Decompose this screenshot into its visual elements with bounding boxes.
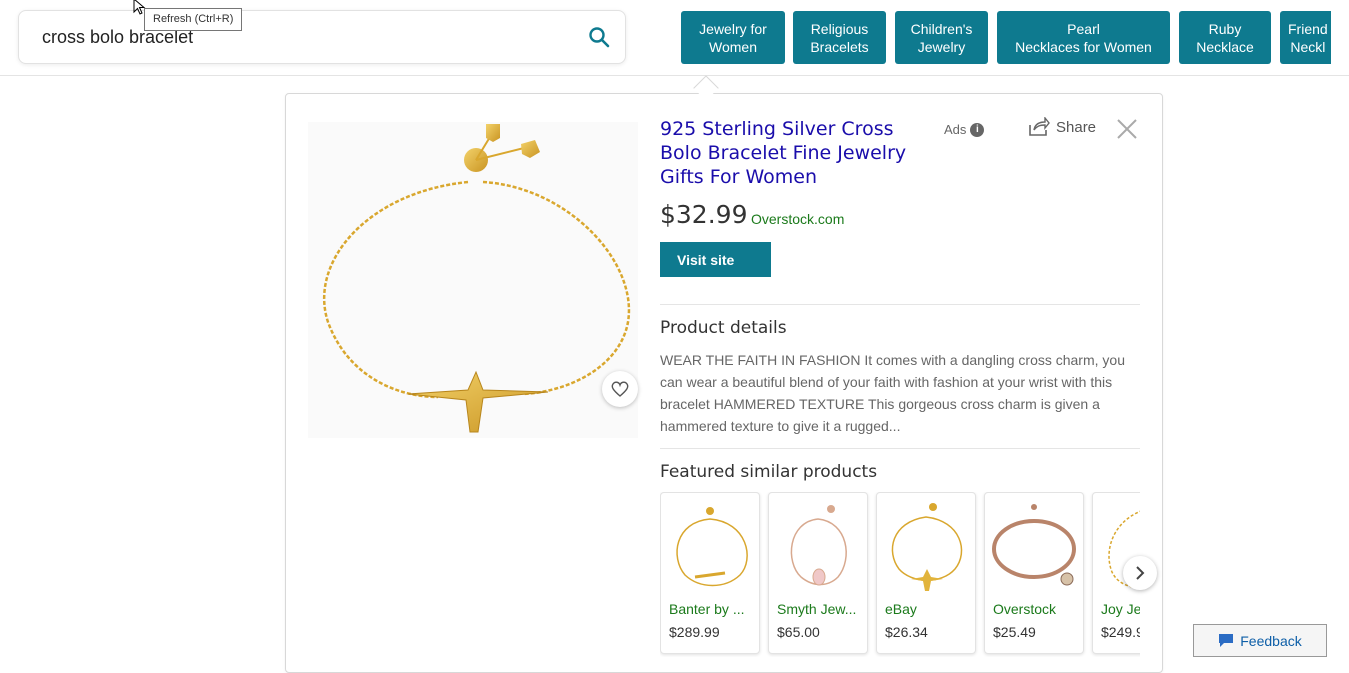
similar-product-card[interactable]: Banter by ... $289.99	[660, 492, 760, 654]
bracelet-image-icon	[322, 124, 631, 433]
bracelet-thumbnail-icon	[790, 505, 847, 586]
share-icon	[1029, 117, 1050, 136]
share-label: Share	[1056, 118, 1097, 136]
feedback-button[interactable]: Feedback	[1193, 624, 1327, 657]
info-icon[interactable]: i	[970, 122, 985, 137]
save-favorite-button[interactable]	[602, 371, 638, 407]
feedback-label: Feedback	[1240, 632, 1302, 649]
similar-product-card[interactable]: eBay $26.34	[876, 492, 976, 654]
divider	[660, 304, 1140, 305]
visit-site-button[interactable]: Visit site	[660, 242, 771, 277]
similar-store: Smyth Jew...	[777, 601, 857, 617]
chip-friend-necklace[interactable]: Friend Neckl	[1280, 11, 1331, 64]
similar-price: $65.00	[777, 624, 820, 640]
similar-product-card[interactable]: Overstock $25.49	[984, 492, 1084, 654]
bracelet-thumbnail-icon	[891, 503, 963, 591]
feedback-icon	[1219, 634, 1234, 647]
product-title[interactable]: 925 Sterling Silver Cross Bolo Bracelet …	[660, 117, 930, 189]
product-details-heading: Product details	[660, 318, 787, 338]
share-button[interactable]: Share	[1028, 117, 1096, 137]
similar-price: $289.99	[669, 624, 720, 640]
chip-pearl-necklaces[interactable]: Pearl Necklaces for Women	[997, 11, 1170, 64]
chip-childrens-jewelry[interactable]: Children's Jewelry	[895, 11, 988, 64]
product-image[interactable]	[308, 122, 638, 438]
chip-jewelry-for-women[interactable]: Jewelry for Women	[681, 11, 785, 64]
similar-products-carousel: Banter by ... $289.99 Smyth Jew... $65.0…	[660, 492, 1140, 657]
merchant-name[interactable]: Overstock.com	[751, 211, 844, 227]
similar-price: $25.49	[993, 624, 1036, 640]
chip-religious-bracelets[interactable]: Religious Bracelets	[793, 11, 886, 64]
ads-label[interactable]: Ads i	[944, 122, 985, 137]
close-icon[interactable]	[1116, 118, 1138, 140]
similar-products-heading: Featured similar products	[660, 462, 878, 482]
related-searches: Jewelry for Women Religious Bracelets Chil…	[681, 11, 1331, 65]
divider	[660, 448, 1140, 449]
bracelet-thumbnail-icon	[676, 507, 748, 587]
product-price: $32.99	[660, 200, 748, 229]
refresh-tooltip: Refresh (Ctrl+R)	[144, 8, 243, 31]
similar-product-card[interactable]: Smyth Jew... $65.00	[768, 492, 868, 654]
similar-store: Overstock	[993, 601, 1057, 617]
chevron-right-icon	[1136, 566, 1145, 580]
similar-store: Joy Je	[1101, 601, 1140, 617]
search-box[interactable]: cross bolo bracelet	[18, 10, 626, 64]
product-description: WEAR THE FAITH IN FASHION It comes with …	[660, 352, 1125, 434]
bracelet-thumbnail-icon	[992, 504, 1076, 586]
similar-price: $249.9	[1101, 624, 1140, 640]
carousel-next-button[interactable]	[1123, 556, 1157, 590]
search-icon[interactable]	[587, 25, 611, 49]
similar-price: $26.34	[885, 624, 928, 640]
chip-ruby-necklace[interactable]: Ruby Necklace	[1179, 11, 1271, 64]
similar-store: Banter by ...	[669, 601, 745, 617]
similar-store: eBay	[885, 601, 917, 617]
ads-text: Ads	[944, 122, 967, 137]
heart-icon	[611, 381, 629, 397]
